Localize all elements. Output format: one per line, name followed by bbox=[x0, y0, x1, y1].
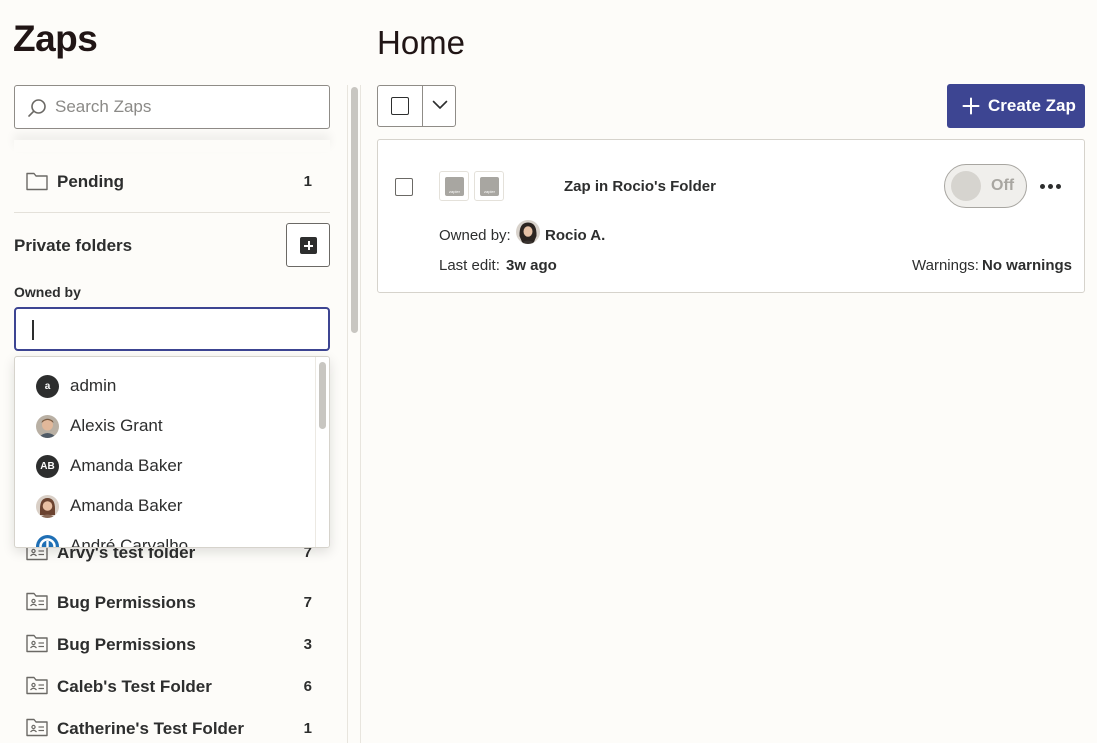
folder-item-label: Catherine's Test Folder bbox=[57, 719, 244, 738]
dropdown-scrollbar-thumb[interactable] bbox=[319, 362, 326, 429]
sidebar: Zaps Pending 1 Private folders Owned by bbox=[0, 0, 348, 743]
shared-folder-icon bbox=[26, 676, 48, 695]
checkbox-icon bbox=[391, 97, 409, 115]
dropdown-option-label: André Carvalho bbox=[70, 536, 189, 548]
zap-card: zapier zapier Zap in Rocio's Folder Off … bbox=[377, 139, 1085, 293]
sidebar-item-pending[interactable]: Pending 1 bbox=[14, 159, 324, 203]
dropdown-option[interactable]: a admin bbox=[15, 367, 315, 407]
toggle-label: Off bbox=[991, 177, 1015, 194]
zap-select-checkbox[interactable] bbox=[395, 178, 413, 196]
dropdown-option-label: Alexis Grant bbox=[70, 416, 163, 435]
last-edit-label: Last edit: bbox=[439, 257, 500, 274]
zap-status-toggle[interactable]: Off bbox=[944, 164, 1027, 208]
sidebar-scrollbar-thumb[interactable] bbox=[351, 87, 358, 333]
folder-item-label: Bug Permissions bbox=[57, 593, 196, 612]
avatar: a bbox=[36, 375, 59, 398]
search-box[interactable] bbox=[14, 85, 330, 129]
sidebar-item-count: 1 bbox=[303, 173, 312, 190]
bulk-select-control bbox=[377, 85, 456, 127]
zap-name-link[interactable]: Zap in Rocio's Folder bbox=[564, 178, 716, 195]
last-edit-value: 3w ago bbox=[506, 257, 557, 274]
folder-item-label: Bug Permissions bbox=[57, 635, 196, 654]
shared-folder-icon bbox=[26, 634, 48, 653]
dropdown-option[interactable]: André Carvalho bbox=[15, 527, 315, 548]
create-zap-button[interactable]: Create Zap bbox=[947, 84, 1085, 128]
folder-item[interactable]: Bug Permissions 3 bbox=[14, 622, 324, 664]
divider bbox=[14, 212, 330, 213]
plus-square-icon bbox=[300, 237, 317, 254]
folder-item-count: 6 bbox=[303, 678, 312, 695]
sidebar-title: Zaps bbox=[13, 18, 98, 59]
dropdown-option[interactable]: AB Amanda Baker bbox=[15, 447, 315, 487]
owner-dropdown-menu: a admin Alexis Grant AB Amanda Baker Ama… bbox=[14, 356, 330, 548]
zapier-app-icon: zapier bbox=[474, 171, 504, 201]
private-folders-heading: Private folders bbox=[14, 236, 133, 255]
more-icon bbox=[1048, 184, 1053, 189]
folder-icon bbox=[26, 172, 48, 191]
dropdown-option-label: Amanda Baker bbox=[70, 496, 183, 515]
owned-by-label: Owned by bbox=[14, 284, 81, 300]
page-title: Home bbox=[377, 24, 466, 61]
folder-item-label: Caleb's Test Folder bbox=[57, 677, 212, 696]
owned-by-input[interactable] bbox=[28, 309, 318, 349]
folder-item-count: 3 bbox=[303, 636, 312, 653]
create-zap-label: Create Zap bbox=[988, 96, 1076, 115]
shared-folder-icon bbox=[26, 718, 48, 737]
warnings-value: No warnings bbox=[982, 257, 1073, 274]
search-input[interactable] bbox=[55, 86, 315, 128]
more-icon bbox=[1056, 184, 1061, 189]
more-options-button[interactable] bbox=[1034, 170, 1070, 202]
search-icon bbox=[28, 99, 46, 117]
dropdown-option-label: Amanda Baker bbox=[70, 456, 183, 475]
folder-item-count: 7 bbox=[303, 594, 312, 611]
sidebar-scrollbar[interactable] bbox=[347, 85, 361, 743]
owned-by-meta-label: Owned by: bbox=[439, 227, 511, 244]
folder-item[interactable]: Catherine's Test Folder 1 bbox=[14, 706, 324, 743]
more-icon bbox=[1040, 184, 1045, 189]
owner-name: Rocio A. bbox=[545, 227, 606, 244]
chevron-down-icon bbox=[432, 100, 448, 109]
dropdown-option[interactable]: Alexis Grant bbox=[15, 407, 315, 447]
dropdown-option-label: admin bbox=[70, 376, 117, 395]
folder-item-count: 1 bbox=[303, 720, 312, 737]
avatar bbox=[36, 495, 59, 518]
scroll-shadow bbox=[14, 140, 330, 152]
zapier-app-icon: zapier bbox=[439, 171, 469, 201]
folder-item[interactable]: Caleb's Test Folder 6 bbox=[14, 664, 324, 706]
warnings-label: Warnings: bbox=[912, 257, 979, 274]
sidebar-item-label: Pending bbox=[57, 172, 125, 191]
avatar bbox=[516, 220, 540, 244]
avatar bbox=[36, 415, 59, 438]
plus-icon bbox=[962, 97, 980, 115]
owned-by-field[interactable] bbox=[14, 307, 330, 351]
toggle-knob bbox=[951, 171, 981, 201]
avatar bbox=[36, 535, 59, 547]
select-options-button[interactable] bbox=[424, 86, 456, 126]
dropdown-option[interactable]: Amanda Baker bbox=[15, 487, 315, 527]
dropdown-scrollbar[interactable] bbox=[315, 357, 329, 547]
add-folder-button[interactable] bbox=[286, 223, 330, 267]
select-all-checkbox[interactable] bbox=[378, 86, 423, 126]
avatar: AB bbox=[36, 455, 59, 478]
shared-folder-icon bbox=[26, 592, 48, 611]
folder-item[interactable]: Bug Permissions 7 bbox=[14, 580, 324, 622]
